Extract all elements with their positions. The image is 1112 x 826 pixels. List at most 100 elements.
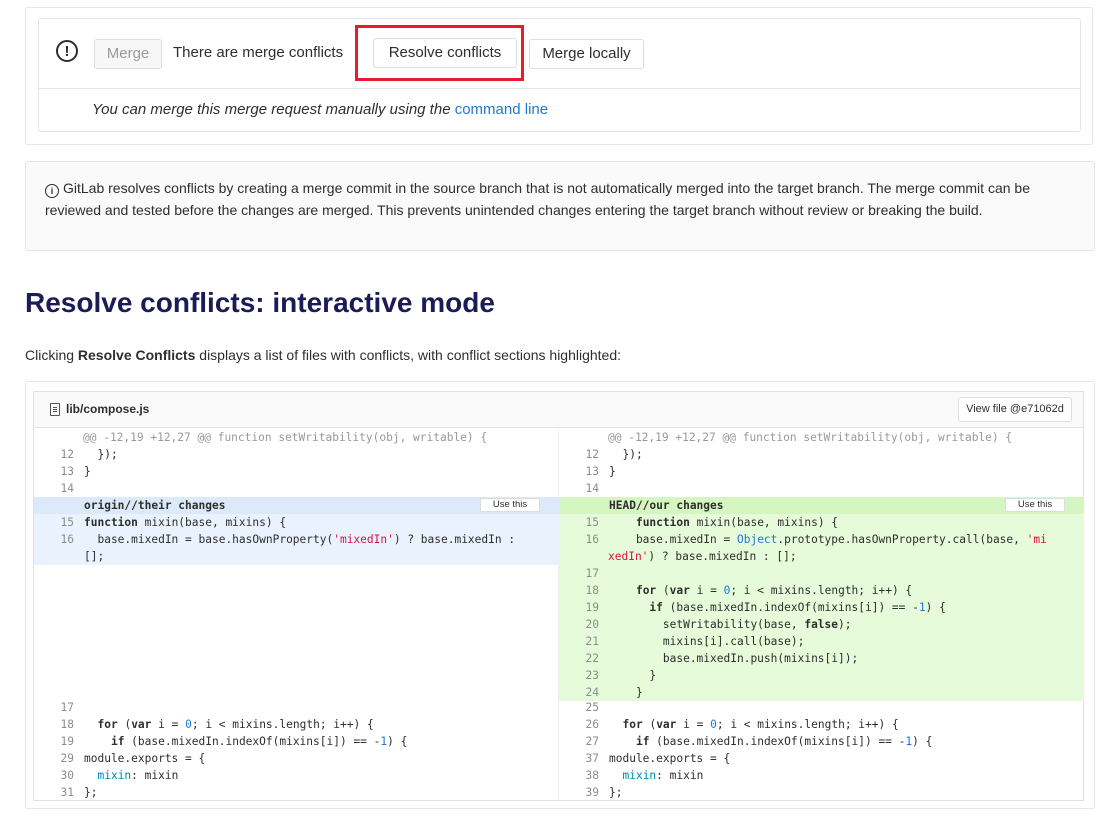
code-row: 19 if (base.mixedIn.indexOf(mixins[i]) =… [559,599,1084,616]
info-note-text: GitLab resolves conflicts by creating a … [45,180,1030,218]
desc-prefix: Clicking [25,347,78,363]
code-row: 21 mixins[i].call(base); [559,633,1084,650]
line-number: 12 [60,448,74,461]
our-changes-header: HEAD//our changes Use this [559,497,1084,514]
number: 1 [905,735,913,748]
code-line: for (var i = 0; i < mixins.length; i++) … [97,718,374,731]
line-number: 17 [585,567,599,580]
code-row: 26 for (var i = 0; i < mixins.length; i+… [559,716,1084,733]
line-number: 26 [585,718,599,731]
code-row: 16 base.mixedIn = Object.prototype.hasOw… [559,531,1084,548]
code-row: 12 }); [34,446,559,463]
keyword: var [656,718,677,731]
code-row: 31}; [34,784,559,800]
string: xedIn' [608,550,649,563]
code-line: module.exports = { [609,752,731,765]
left-pane: @@ -12,19 +12,27 @@ function setWritabil… [34,429,559,800]
code-line: }); [609,448,643,461]
code-line: } [609,465,616,478]
manual-merge-label: You can merge this merge request manuall… [92,101,455,118]
code-row: 30 mixin: mixin [34,767,559,784]
code-row: 19 if (base.mixedIn.indexOf(mixins[i]) =… [34,733,559,750]
number: 0 [723,584,731,597]
our-changes-label: HEAD//our changes [609,499,724,512]
file-name: lib/compose.js [66,402,150,416]
keyword: function [84,516,138,529]
code-row: 12 }); [559,446,1084,463]
code-row: 27 if (base.mixedIn.indexOf(mixins[i]) =… [559,733,1084,750]
hunk-header: @@ -12,19 +12,27 @@ function setWritabil… [83,431,488,444]
line-number: 21 [585,635,599,648]
code-row: 18 for (var i = 0; i < mixins.length; i+… [34,716,559,733]
file-icon [50,403,60,416]
code-line: base.mixedIn.push(mixins[i]); [609,652,859,665]
their-changes-header: origin//their changes Use this [34,497,559,514]
code-line: xedIn') ? base.mixedIn : []; [608,550,797,563]
view-file-button[interactable]: View file @e71062d [958,397,1072,422]
number: 1 [918,601,926,614]
string: 'mixedIn' [333,533,394,546]
hunk-header-row: @@ -12,19 +12,27 @@ function setWritabil… [34,429,559,446]
line-number: 39 [585,786,599,799]
keyword: for [622,718,643,731]
warning-icon: ! [56,40,78,62]
code-row: 25 [559,699,1084,716]
line-number: 15 [60,516,74,529]
keyword: if [635,735,650,748]
merge-widget-divider [39,88,1080,89]
line-number: 37 [585,752,599,765]
resolve-conflicts-highlight [355,25,524,81]
line-number: 15 [585,516,599,529]
code-row: 39}; [559,784,1084,800]
line-number: 18 [585,584,599,597]
code-row: 14 [34,480,559,497]
keyword: function [635,516,690,529]
right-pane: @@ -12,19 +12,27 @@ function setWritabil… [559,429,1084,800]
code-row: 13} [559,463,1084,480]
use-ours-button[interactable]: Use this [1005,498,1065,512]
code-line: if (base.mixedIn.indexOf(mixins[i]) == -… [649,601,946,614]
use-theirs-button[interactable]: Use this [480,498,540,512]
code-row: 13} [34,463,559,480]
code-line: for (var i = 0; i < mixins.length; i++) … [635,584,913,597]
code-line: if (base.mixedIn.indexOf(mixins[i]) == -… [635,735,933,748]
code-row: []; [34,548,559,565]
line-number: 13 [585,465,599,478]
line-number: 14 [60,482,74,495]
code-line: function mixin(base, mixins) { [635,516,839,529]
their-changes-label: origin//their changes [84,499,226,512]
keyword: false [804,618,839,631]
merge-locally-button[interactable]: Merge locally [529,39,644,69]
line-number: 12 [585,448,599,461]
hunk-header-row: @@ -12,19 +12,27 @@ function setWritabil… [559,429,1084,446]
code-row: 18 for (var i = 0; i < mixins.length; i+… [559,582,1084,599]
code-line: }; [609,786,623,799]
keyword: if [110,735,125,748]
number: 1 [380,735,388,748]
line-number: 18 [60,718,74,731]
keyword: for [97,718,118,731]
code-line: } [84,465,91,478]
merge-button[interactable]: Merge [94,39,162,69]
code-row: 15 function mixin(base, mixins) { [34,514,559,531]
line-number: 30 [60,769,74,782]
line-number: 20 [585,618,599,631]
code-line: for (var i = 0; i < mixins.length; i++) … [622,718,899,731]
keyword: var [669,584,690,597]
property: mixin [97,769,132,782]
line-number: 16 [585,533,599,546]
code-line: mixin: mixin [97,769,179,782]
code-row: 23 } [559,667,1084,684]
hunk-header: @@ -12,19 +12,27 @@ function setWritabil… [608,431,1013,444]
command-line-link[interactable]: command line [455,101,548,118]
code-line: setWritability(base, false); [609,618,852,631]
line-number: 22 [585,652,599,665]
code-row: 29 module.exports = { [34,750,559,767]
keyword: for [635,584,657,597]
code-line: }); [84,448,118,461]
string: 'mi [1026,533,1047,546]
line-number: 38 [585,769,599,782]
info-note: i GitLab resolves conflicts by creating a… [25,161,1095,251]
keyword: var [131,718,152,731]
line-number: 13 [60,465,74,478]
